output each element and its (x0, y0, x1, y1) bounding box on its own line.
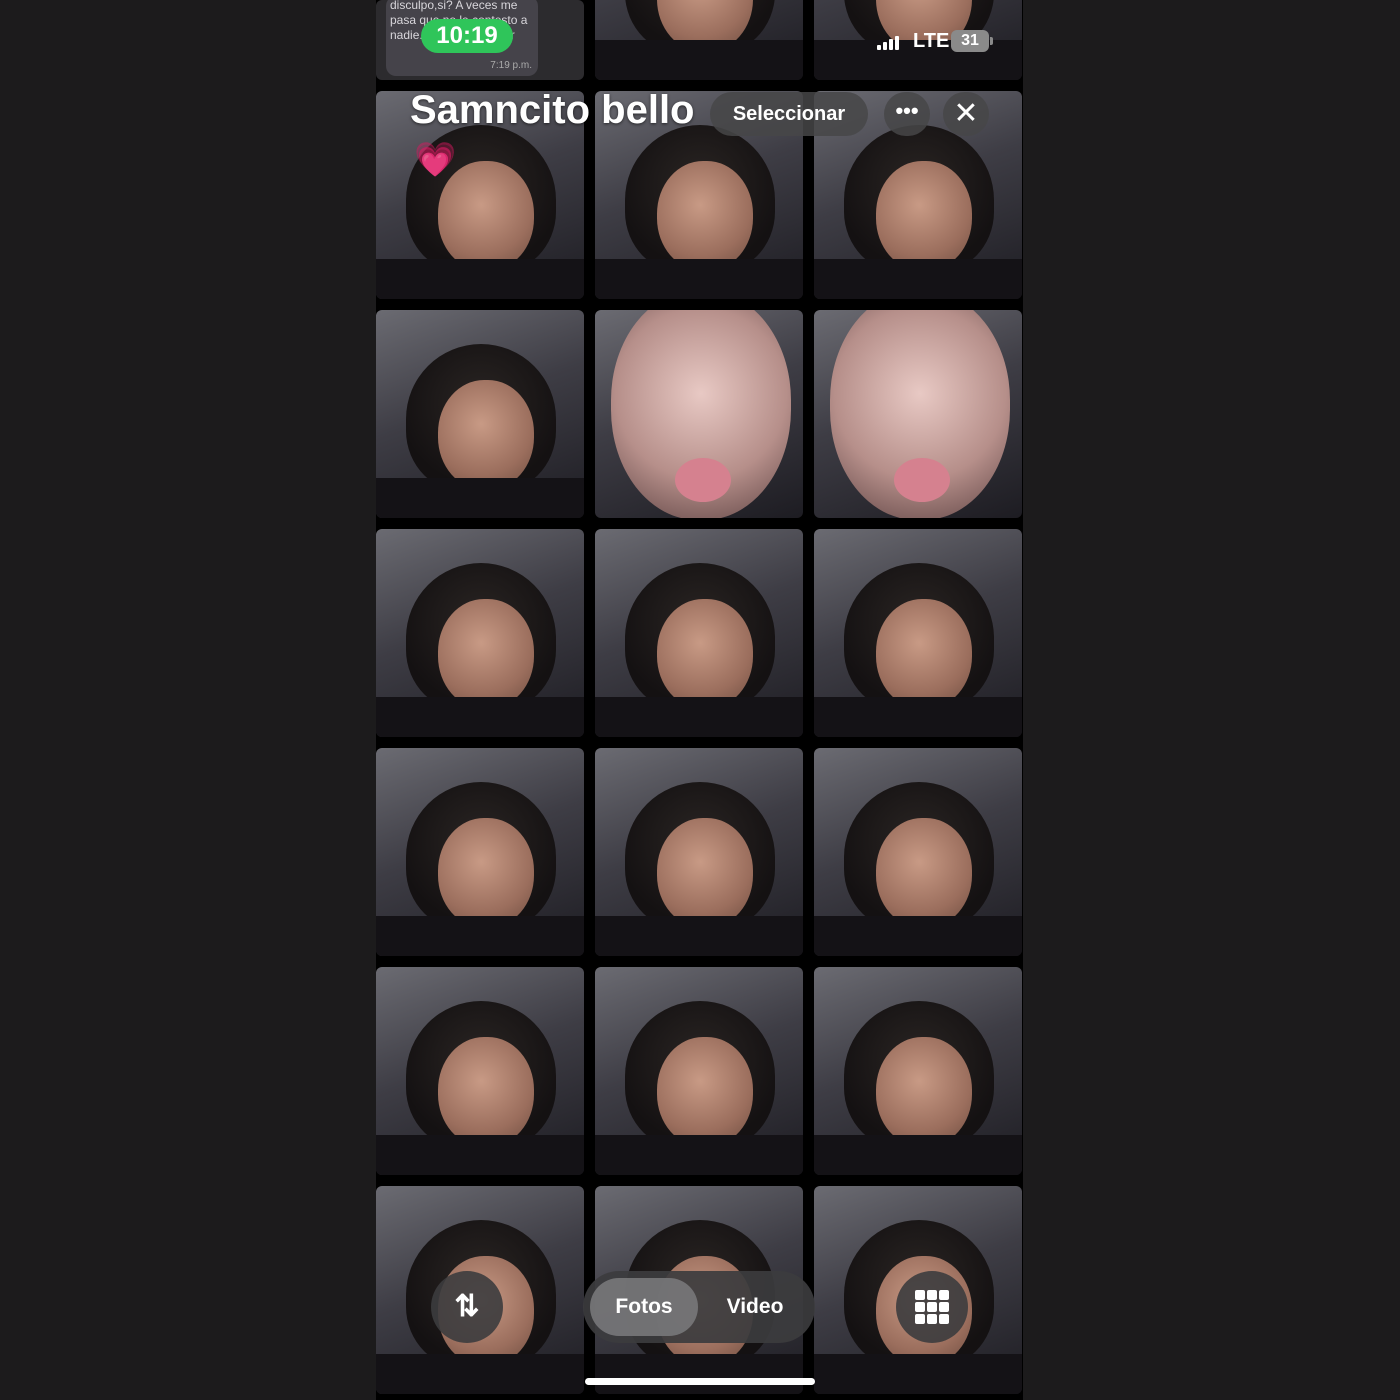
battery-tip (990, 37, 993, 45)
photo-thumbnail[interactable] (595, 0, 803, 80)
photo-thumbnail[interactable] (814, 310, 1022, 518)
media-type-segmented-control: Fotos Video (583, 1271, 815, 1343)
photo-thumbnail[interactable] (814, 967, 1022, 1175)
network-type: LTE (913, 30, 950, 52)
sort-arrows-icon: ⇅ (454, 1290, 480, 1323)
photo-thumbnail[interactable] (814, 529, 1022, 737)
album-title: Samncito bello (410, 88, 695, 132)
photo-thumbnail[interactable] (595, 748, 803, 956)
photo-grid-screen: disculpo,si? A veces me pasa que no le c… (376, 0, 1023, 1400)
photo-thumbnail[interactable] (595, 310, 803, 518)
photo-thumbnail[interactable] (376, 529, 584, 737)
photo-thumbnail[interactable] (595, 967, 803, 1175)
select-button[interactable]: Seleccionar (710, 92, 868, 136)
battery-icon: 31 (951, 30, 989, 52)
cellular-signal-icon (877, 36, 901, 50)
home-indicator[interactable] (585, 1378, 815, 1385)
more-options-button[interactable]: ••• (884, 92, 930, 136)
photo-thumbnail[interactable] (814, 748, 1022, 956)
status-time-pill[interactable]: 10:19 (421, 19, 513, 53)
close-button[interactable]: ✕ (943, 92, 989, 136)
photo-thumbnail[interactable] (376, 748, 584, 956)
grid-icon (915, 1290, 949, 1324)
grid-view-button[interactable] (896, 1271, 968, 1343)
photo-thumbnail[interactable] (595, 529, 803, 737)
battery-level: 31 (961, 32, 979, 49)
chat-time: 7:19 p.m. (490, 60, 532, 71)
photo-thumbnail[interactable] (376, 967, 584, 1175)
photo-thumbnail[interactable] (376, 310, 584, 518)
pink-heart-icon: 💗 (414, 141, 457, 179)
tab-video[interactable]: Video (703, 1278, 807, 1336)
sort-button[interactable]: ⇅ (431, 1271, 503, 1343)
tab-fotos[interactable]: Fotos (590, 1278, 698, 1336)
